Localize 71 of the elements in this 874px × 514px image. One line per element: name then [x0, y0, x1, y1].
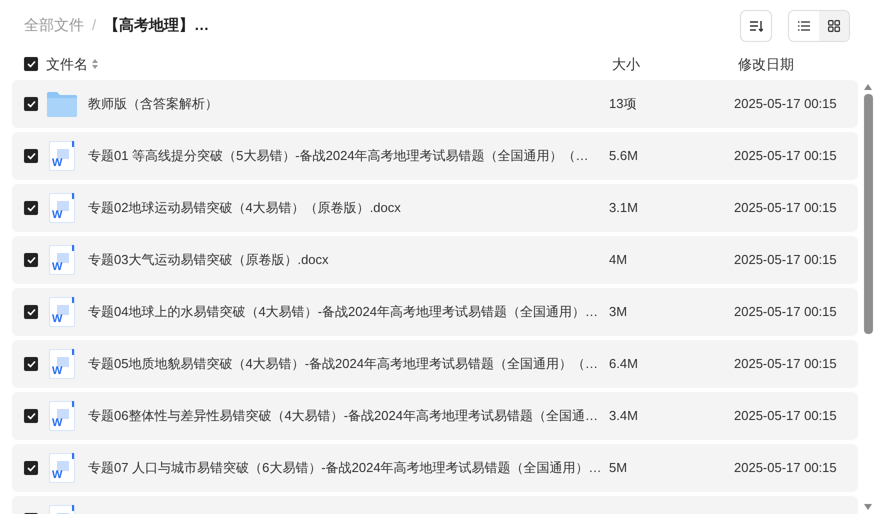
- file-name[interactable]: 专题07 人口与城市易错突破（6大易错）-备战2024年高考地理考试易错题（全国通用）…: [88, 458, 609, 478]
- check-icon: [26, 308, 36, 316]
- check-icon: [26, 204, 36, 212]
- sort-arrows-icon[interactable]: [92, 59, 98, 69]
- modified-date: 2025-05-17 00:15: [734, 407, 837, 426]
- breadcrumb-separator: /: [92, 16, 96, 36]
- file-name[interactable]: 专题01 等高线提分突破（5大易错）-备战2024年高考地理考试易错题（全国通用）（…: [88, 146, 609, 166]
- breadcrumb-item[interactable]: 【高考地理】…: [104, 14, 210, 38]
- checkbox[interactable]: [24, 97, 38, 111]
- word-document-icon: W: [49, 141, 75, 171]
- modified-date: 2025-05-17 00:15: [734, 95, 837, 114]
- column-header[interactable]: 文件名: [46, 54, 88, 74]
- check-icon: [26, 60, 36, 68]
- file-name[interactable]: 专题06整体性与差异性易错突破（4大易错）-备战2024年高考地理考试易错题（全国通…: [88, 406, 609, 426]
- checkbox[interactable]: [24, 57, 38, 71]
- file-row[interactable]: W 专题03大气运动易错突破（原卷版）.docx 4M 2025-05-17 00:15: [12, 236, 858, 284]
- word-document-icon: W: [49, 349, 75, 379]
- checkbox[interactable]: [24, 409, 38, 423]
- scroll-down-icon[interactable]: [864, 504, 872, 510]
- file-size: 4M: [609, 251, 628, 270]
- check-icon: [26, 256, 36, 264]
- check-icon: [26, 152, 36, 160]
- file-size: 5M: [609, 459, 628, 478]
- column-header[interactable]: 修改日期: [738, 54, 794, 74]
- sort-icon: [749, 20, 763, 32]
- list-icon: [798, 21, 810, 31]
- file-row[interactable]: W 专题07 人口与城市易错突破（6大易错）-备战2024年高考地理考试易错题（全国通用）… 5M 2025-05-17 00:15: [12, 444, 858, 492]
- file-name[interactable]: 专题05地质地貌易错突破（4大易错）-备战2024年高考地理考试易错题（全国通用）（…: [88, 354, 609, 374]
- grid-icon: [828, 20, 840, 32]
- file-row[interactable]: W 专题06整体性与差异性易错突破（4大易错）-备战2024年高考地理考试易错题（全国通… 3.4M 2025-05-17 00:15: [12, 392, 858, 440]
- checkbox[interactable]: [24, 305, 38, 319]
- file-name[interactable]: 专题02地球运动易错突破（4大易错）（原卷版）.docx: [88, 198, 609, 218]
- modified-date: 2025-05-17 00:15: [734, 199, 837, 218]
- checkbox[interactable]: [24, 253, 38, 267]
- modified-date: 2025-05-17 00:15: [734, 303, 837, 322]
- word-document-icon: W: [49, 453, 75, 483]
- checkbox[interactable]: [24, 149, 38, 163]
- word-document-icon: W: [49, 401, 75, 431]
- file-name[interactable]: 教师版（含答案解析）: [88, 94, 609, 114]
- word-document-icon: W: [49, 297, 75, 327]
- file-size: 3M: [609, 303, 628, 322]
- scroll-up-icon[interactable]: [864, 84, 872, 90]
- word-document-icon: W: [49, 245, 75, 275]
- check-icon: [26, 412, 36, 420]
- modified-date: 2025-05-17 00:15: [734, 459, 837, 478]
- file-size: 3.1M: [609, 199, 639, 218]
- file-size: 3.4M: [609, 407, 639, 426]
- file-size: 6.4M: [609, 355, 639, 374]
- file-size: 13项: [609, 95, 638, 114]
- folder-icon: [47, 91, 77, 117]
- word-document-icon: W: [49, 193, 75, 223]
- file-name[interactable]: 专题04地球上的水易错突破（4大易错）-备战2024年高考地理考试易错题（全国通用）…: [88, 302, 609, 322]
- file-size: 5.6M: [609, 147, 639, 166]
- file-row[interactable]: W 专题02地球运动易错突破（4大易错）（原卷版）.docx 3.1M 2025-05-17 00:15: [12, 184, 858, 232]
- file-row[interactable]: W 专题04地球上的水易错突破（4大易错）-备战2024年高考地理考试易错题（全国通用）… 3M 2025-05-17 00:15: [12, 288, 858, 336]
- file-name[interactable]: 专题03大气运动易错突破（原卷版）.docx: [88, 250, 609, 270]
- check-icon: [26, 100, 36, 108]
- checkbox[interactable]: [24, 201, 38, 215]
- modified-date: 2025-05-17 00:15: [734, 251, 837, 270]
- checkbox[interactable]: [24, 461, 38, 475]
- modified-date: 2025-05-17 00:15: [734, 147, 837, 166]
- checkbox[interactable]: [24, 357, 38, 371]
- file-row[interactable]: W 专题01 等高线提分突破（5大易错）-备战2024年高考地理考试易错题（全国通用）（… 5.6M 2025-05-17 00:15: [12, 132, 858, 180]
- view-toggle[interactable]: [819, 11, 849, 41]
- check-icon: [26, 360, 36, 368]
- check-icon: [26, 464, 36, 472]
- file-row[interactable]: 教师版（含答案解析） 13项 2025-05-17 00:15: [12, 80, 858, 128]
- file-row[interactable]: W 专题05地质地貌易错突破（4大易错）-备战2024年高考地理考试易错题（全国通用）（… 6.4M 2025-05-17 00:15: [12, 340, 858, 388]
- sort-button[interactable]: [740, 10, 772, 42]
- modified-date: 2025-05-17 00:15: [734, 355, 837, 374]
- column-header[interactable]: 大小: [612, 54, 738, 74]
